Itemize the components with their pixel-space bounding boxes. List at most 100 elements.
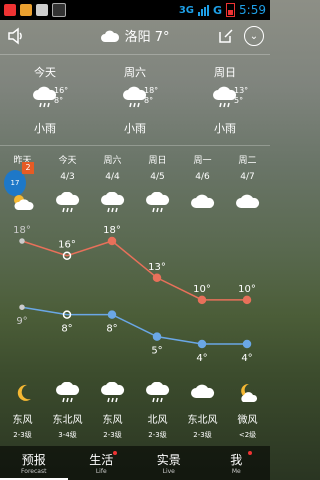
data-label: 10° <box>238 284 256 295</box>
wind-3: 北风 2-3级 <box>135 411 180 440</box>
wind-level: <2级 <box>238 431 257 439</box>
night-icon-2 <box>90 381 135 408</box>
tab-sublabel: Me <box>231 468 241 475</box>
data-point <box>242 339 252 349</box>
summary-high: 13° <box>234 86 249 95</box>
data-label: 16° <box>58 240 76 251</box>
wind-level: 2-3级 <box>148 431 167 439</box>
night-icon-0 <box>0 382 45 408</box>
night-icon-4 <box>180 382 225 408</box>
more-menu-icon[interactable]: ⌄ <box>244 26 264 46</box>
top-bar: 洛阳 7° ⌄ <box>0 20 270 54</box>
night-icon-3 <box>135 381 180 408</box>
forecast-date: 4/4 <box>105 172 120 182</box>
data-label: 18° <box>103 225 121 236</box>
signal-type: G <box>213 3 223 17</box>
forecast-date: 4/3 <box>60 172 75 182</box>
wind-5: 微风 <2级 <box>225 411 270 440</box>
tab-label: 生活 <box>89 453 114 467</box>
moon-cloud-icon <box>240 383 257 402</box>
battery-icon <box>226 3 236 17</box>
data-label: 10° <box>193 284 211 295</box>
wifi-icon <box>52 3 66 17</box>
data-point <box>197 295 207 305</box>
forecast-date: 4/7 <box>240 172 255 182</box>
tab-life[interactable]: 生活 Life <box>68 446 136 480</box>
tab-sublabel: Forecast <box>21 468 47 475</box>
wind-direction: 东北风 <box>187 415 218 426</box>
summary-sun[interactable]: 周日 13° 5° 小雨 <box>180 64 270 136</box>
bottom-tab-bar: 预报 Forecast 生活 Life 实景 Live 我 Me <box>0 446 270 480</box>
tab-sublabel: Life <box>95 468 107 475</box>
cloud-icon <box>190 384 214 398</box>
forecast-day-3[interactable]: 周日 4/5 <box>135 153 180 182</box>
forecast-day-4[interactable]: 周一 4/6 <box>180 153 225 182</box>
notification-badge: 2 <box>22 162 34 174</box>
tab-dot <box>113 451 117 455</box>
forecast-date: 4/6 <box>195 172 210 182</box>
wind-direction: 东风 <box>12 415 33 426</box>
summary-low: 8° <box>54 96 64 105</box>
network-type: 3G <box>178 4 195 16</box>
summary-today[interactable]: 今天 16° 8° 小雨 <box>0 64 90 136</box>
data-point <box>19 304 25 310</box>
signal-icon <box>198 4 210 16</box>
tab-label: 实景 <box>156 453 181 467</box>
forecast-day-5[interactable]: 周二 4/7 <box>225 153 270 182</box>
moon-icon <box>17 384 31 401</box>
avatar-label: 17 <box>10 179 20 187</box>
data-label: 4° <box>196 353 207 364</box>
city-temp: 洛阳 7° <box>124 30 170 45</box>
data-point <box>19 238 25 244</box>
clock: 5:59 <box>239 3 266 17</box>
forecast-day-2[interactable]: 周六 4/4 <box>90 153 135 182</box>
data-label: 8° <box>106 324 117 335</box>
forecast-day-name: 今天 <box>58 156 77 166</box>
app-icon <box>20 4 32 16</box>
forecast-date: 4/5 <box>150 172 165 182</box>
data-point <box>107 236 117 246</box>
rain-cloud-icon <box>55 381 79 403</box>
tab-label: 预报 <box>21 453 46 467</box>
divider-mid <box>0 145 270 146</box>
forecast-day-1[interactable]: 今天 4/3 <box>45 153 90 182</box>
wind-direction: 北风 <box>147 415 168 426</box>
series-line-0 <box>21 240 247 301</box>
summary-sat[interactable]: 周六 18° 8° 小雨 <box>90 64 180 136</box>
data-label: 4° <box>241 353 252 364</box>
forecast-day-name: 周日 <box>148 156 167 166</box>
wind-1: 东北风 3-4级 <box>45 411 90 440</box>
tab-forecast[interactable]: 预报 Forecast <box>0 446 68 480</box>
data-label: 8° <box>61 324 72 335</box>
summary-desc: 小雨 <box>214 122 236 135</box>
night-icon-5 <box>225 382 270 408</box>
data-point <box>242 295 252 305</box>
wind-4: 东北风 2-3级 <box>180 411 225 440</box>
tab-live[interactable]: 实景 Live <box>135 446 203 480</box>
summary-low: 8° <box>144 96 154 105</box>
wind-2: 东风 2-3级 <box>90 411 135 440</box>
divider-top <box>0 54 270 55</box>
data-label: 13° <box>148 262 166 273</box>
forecast-day-name: 周一 <box>193 156 212 166</box>
temperature-chart: 18° 16° 18° 13° 10° 10° 9° 8° 8° 5° 4° 4° <box>13 225 256 364</box>
data-label: 5° <box>151 346 162 357</box>
wind-level: 3-4级 <box>58 431 77 439</box>
wind-direction: 东北风 <box>52 415 83 426</box>
summary-desc: 小雨 <box>124 122 146 135</box>
data-point <box>152 273 162 283</box>
wind-direction: 东风 <box>102 415 123 426</box>
night-icon-1 <box>45 381 90 408</box>
tab-sublabel: Live <box>162 468 175 475</box>
status-bar: 3G G 5:59 <box>0 0 270 20</box>
edit-icon[interactable] <box>218 28 234 44</box>
tab-label: 我 <box>230 453 243 467</box>
summary-high: 16° <box>54 86 69 95</box>
data-label: 9° <box>16 316 27 327</box>
forecast-day-name: 周六 <box>103 156 122 166</box>
wind-level: 2-3级 <box>103 431 122 439</box>
summary-desc: 小雨 <box>34 122 56 135</box>
summary-low: 5° <box>234 96 244 105</box>
tab-me[interactable]: 我 Me <box>203 446 271 480</box>
summary-day: 今天 <box>34 66 56 79</box>
